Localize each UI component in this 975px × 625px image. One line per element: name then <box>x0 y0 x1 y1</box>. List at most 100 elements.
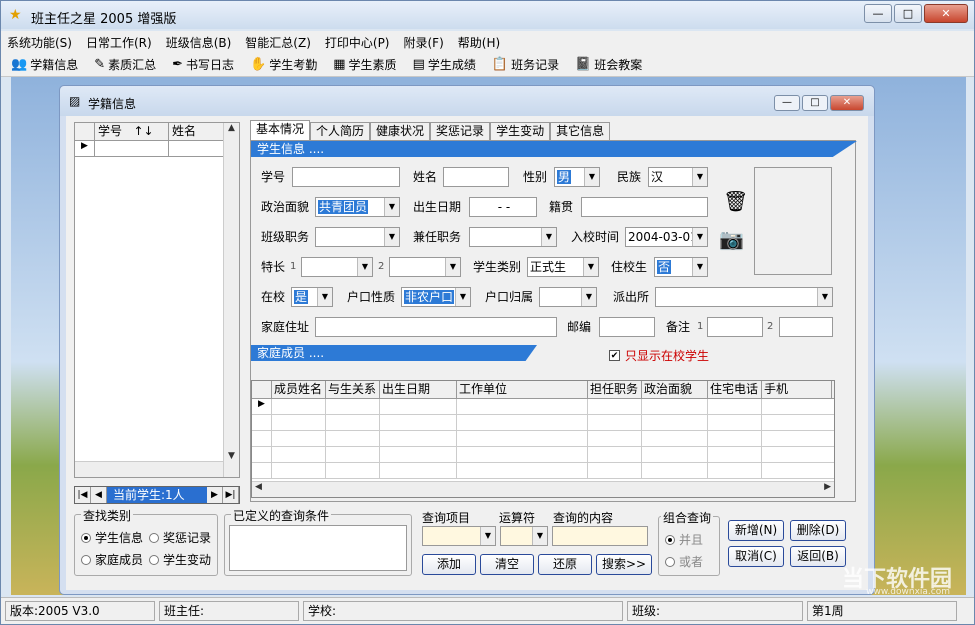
radio-family[interactable]: 家庭成员 <box>81 551 143 568</box>
toolbar-write-log[interactable]: ✒ 书写日志 <box>172 56 234 73</box>
radio-student-info[interactable]: 学生信息 <box>81 529 143 546</box>
gender-select[interactable]: 男 ▼ <box>554 167 600 187</box>
address-field[interactable] <box>315 317 557 337</box>
menu-system[interactable]: 系统功能(S) <box>7 34 72 51</box>
menu-daily[interactable]: 日常工作(R) <box>86 34 152 51</box>
tab-health[interactable]: 健康状况 <box>370 122 431 140</box>
col-phone[interactable]: 住宅电话 <box>708 381 762 398</box>
defined-conditions-list[interactable] <box>229 525 407 571</box>
duty-select[interactable]: ▼ <box>315 227 400 247</box>
restore-button[interactable]: 还原 <box>538 554 592 575</box>
ethnic-select[interactable]: 汉 ▼ <box>648 167 708 187</box>
col-student-id[interactable]: 学号 ↑↓ <box>95 123 169 140</box>
tab-changes[interactable]: 学生变动 <box>490 122 551 140</box>
add-button[interactable]: 添加 <box>422 554 476 575</box>
radio-or[interactable]: 或者 <box>665 553 703 570</box>
student-id-field[interactable] <box>292 167 400 187</box>
table-row[interactable]: ▶ <box>75 141 239 157</box>
tab-resume[interactable]: 个人简历 <box>310 122 371 140</box>
type-select[interactable]: 正式生 ▼ <box>527 257 599 277</box>
delete-button[interactable]: 删除(D) <box>790 520 846 541</box>
political-select[interactable]: 共青团员 ▼ <box>315 197 400 217</box>
hukou-place-select[interactable]: ▼ <box>539 287 597 307</box>
camera-icon[interactable]: 📷 <box>719 227 744 251</box>
skill1-select[interactable]: ▼ <box>301 257 373 277</box>
col-political[interactable]: 政治面貌 <box>642 381 708 398</box>
new-button[interactable]: 新增(N) <box>728 520 784 541</box>
birth-field[interactable]: - - <box>469 197 537 217</box>
horizontal-scrollbar[interactable] <box>75 461 223 477</box>
col-workplace[interactable]: 工作单位 <box>457 381 588 398</box>
radio-changes[interactable]: 学生变动 <box>149 551 211 568</box>
menu-class[interactable]: 班级信息(B) <box>166 34 232 51</box>
hukou-select[interactable]: 非农户口 ▼ <box>401 287 471 307</box>
table-row[interactable] <box>252 463 834 479</box>
family-grid[interactable]: 成员姓名 与生关系 出生日期 工作单位 担任职务 政治面貌 住宅电话 手机 ▶ … <box>251 380 835 498</box>
tab-other[interactable]: 其它信息 <box>550 122 611 140</box>
next-record-icon[interactable]: ▶ <box>207 487 223 503</box>
back-button[interactable]: 返回(B) <box>790 546 846 567</box>
grid-icon: ▦ <box>333 57 346 72</box>
scroll-up-icon[interactable]: ▲ <box>224 123 239 133</box>
close-button[interactable]: ✕ <box>924 4 968 23</box>
vertical-scrollbar[interactable]: ▲ ▼ <box>223 123 239 477</box>
col-name[interactable]: 姓名 <box>169 123 224 140</box>
menu-help[interactable]: 帮助(H) <box>458 34 500 51</box>
menu-print[interactable]: 打印中心(P) <box>325 34 390 51</box>
duty2-select[interactable]: ▼ <box>469 227 557 247</box>
tab-basic[interactable]: 基本情况 <box>250 120 311 140</box>
clear-button[interactable]: 清空 <box>480 554 534 575</box>
note2-field[interactable] <box>779 317 833 337</box>
only-in-school-checkbox[interactable]: ✔ 只显示在校学生 <box>609 347 709 364</box>
col-member-name[interactable]: 成员姓名 <box>272 381 326 398</box>
col-mobile[interactable]: 手机 <box>762 381 832 398</box>
last-record-icon[interactable]: ▶| <box>223 487 239 503</box>
toolbar-attendance[interactable]: ✋ 学生考勤 <box>250 56 317 73</box>
child-minimize-button[interactable]: — <box>774 95 800 111</box>
trash-icon[interactable]: 🗑 <box>723 189 748 213</box>
query-content-input[interactable] <box>552 526 648 546</box>
table-row[interactable] <box>252 431 834 447</box>
child-maximize-button[interactable]: □ <box>802 95 828 111</box>
radio-rewards[interactable]: 奖惩记录 <box>149 529 211 546</box>
toolbar-quality-summary[interactable]: ✎ 素质汇总 <box>94 56 156 73</box>
name-field[interactable] <box>443 167 509 187</box>
enroll-select[interactable]: 2004-03-01 ▼ <box>625 227 708 247</box>
note1-field[interactable] <box>707 317 763 337</box>
photo-frame[interactable] <box>754 167 832 275</box>
table-row[interactable] <box>252 447 834 463</box>
col-birth[interactable]: 出生日期 <box>380 381 457 398</box>
minimize-button[interactable]: — <box>864 4 892 23</box>
first-record-icon[interactable]: |◀ <box>75 487 91 503</box>
col-duty[interactable]: 担任职务 <box>588 381 642 398</box>
student-list-grid[interactable]: 学号 ↑↓ 姓名 ▶ ▲ ▼ <box>74 122 240 478</box>
cancel-button[interactable]: 取消(C) <box>728 546 784 567</box>
search-button[interactable]: 搜索>> <box>596 554 652 575</box>
horizontal-scrollbar[interactable]: ◀ ▶ <box>252 481 834 497</box>
police-select[interactable]: ▼ <box>655 287 833 307</box>
child-close-button[interactable]: ✕ <box>830 95 864 111</box>
zip-field[interactable] <box>599 317 655 337</box>
radio-and[interactable]: 并且 <box>665 531 703 548</box>
boarding-select[interactable]: 否 ▼ <box>654 257 708 277</box>
toolbar-student-quality[interactable]: ▦ 学生素质 <box>333 56 396 73</box>
toolbar-class-records[interactable]: 📋 班务记录 <box>492 56 559 73</box>
menu-appendix[interactable]: 附录(F) <box>404 34 444 51</box>
toolbar-student-info[interactable]: 👥 学籍信息 <box>11 56 78 73</box>
query-item-select[interactable]: ▼ <box>422 526 496 546</box>
police-label: 派出所 <box>613 290 650 304</box>
table-row[interactable] <box>252 415 834 431</box>
maximize-button[interactable]: □ <box>894 4 922 23</box>
col-relation[interactable]: 与生关系 <box>326 381 380 398</box>
prev-record-icon[interactable]: ◀ <box>91 487 107 503</box>
menu-summary[interactable]: 智能汇总(Z) <box>245 34 311 51</box>
inschool-select[interactable]: 是 ▼ <box>291 287 333 307</box>
skill2-select[interactable]: ▼ <box>389 257 461 277</box>
operator-select[interactable]: ▼ <box>500 526 548 546</box>
toolbar-lesson-plan[interactable]: 📓 班会教案 <box>575 56 642 73</box>
native-field[interactable] <box>581 197 708 217</box>
tab-rewards[interactable]: 奖惩记录 <box>430 122 491 140</box>
table-row[interactable]: ▶ <box>252 399 834 415</box>
toolbar-grades[interactable]: ▤ 学生成绩 <box>413 56 476 73</box>
scroll-down-icon[interactable]: ▼ <box>224 451 239 461</box>
